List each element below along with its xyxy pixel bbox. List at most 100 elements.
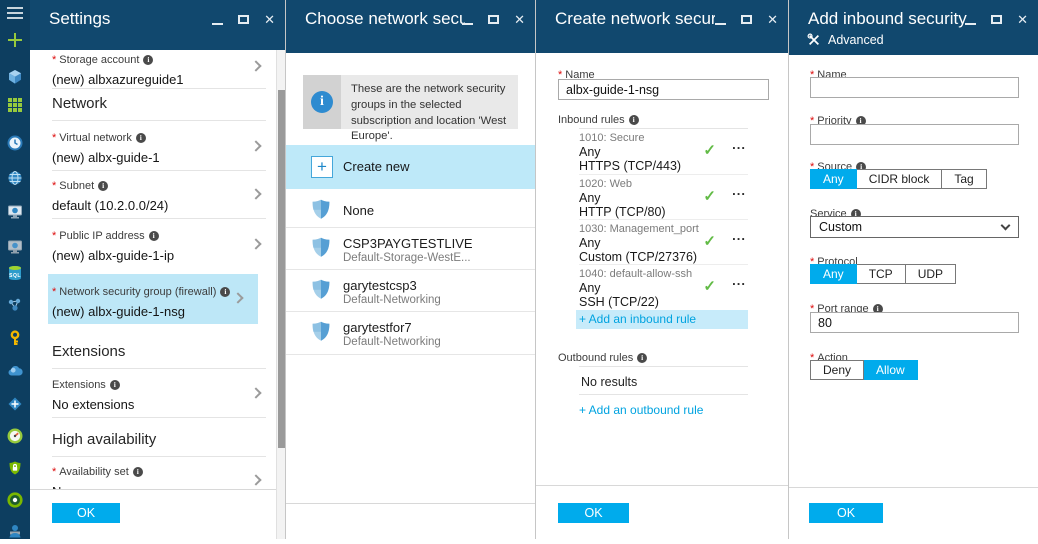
info-banner: i These are the network security groups … [303, 75, 518, 142]
toggle-option[interactable]: Any [810, 169, 857, 189]
service-select[interactable]: Custom [810, 216, 1019, 238]
toggle-option[interactable]: UDP [905, 264, 957, 284]
maximize-icon[interactable] [488, 15, 500, 24]
rule-name-input[interactable] [810, 77, 1019, 98]
minimize-icon[interactable] [462, 22, 474, 25]
molecule-icon[interactable] [7, 297, 23, 313]
inbound-rule-row[interactable]: 1010: Secure Any HTTPS (TCP/443) ✓ ... [579, 129, 748, 174]
create-blade-header: Create network securit... ✕ [536, 0, 788, 53]
sql-database-icon[interactable]: SQL [7, 265, 23, 281]
inbound-rule-row[interactable]: 1030: Management_port Any Custom (TCP/27… [579, 219, 748, 264]
advanced-tools-icon [807, 33, 819, 45]
advanced-button[interactable]: Advanced [807, 33, 884, 47]
nsg-list-item[interactable]: garytestcsp3 Default-Networking [286, 270, 535, 312]
choose-body: i These are the network security groups … [286, 53, 535, 539]
add-body: * Name * Priority i * Source i Any CIDR block… [789, 55, 1038, 539]
nsg-list-item[interactable]: CSP3PAYGTESTLIVE Default-Storage-WestE..… [286, 228, 535, 270]
window-controls: ✕ [965, 13, 1028, 26]
toggle-option[interactable]: Deny [810, 360, 865, 380]
rule-menu-button[interactable]: ... [732, 228, 746, 243]
info-icon[interactable]: i [132, 467, 143, 477]
info-icon[interactable]: i [220, 287, 231, 297]
gauge-icon[interactable] [7, 428, 23, 444]
divider [52, 368, 266, 369]
priority-input[interactable] [810, 124, 1019, 145]
settings-body: * Storage account i (new) albxazureguide1 … [30, 50, 276, 539]
toggle-option[interactable]: Tag [942, 169, 987, 189]
vm-monitor-icon[interactable] [7, 204, 23, 220]
dropdown-caret-icon [1000, 220, 1011, 231]
rule-menu-button[interactable]: ... [732, 137, 746, 152]
toggle-option[interactable]: Any [810, 264, 857, 284]
info-icon[interactable]: i [98, 181, 109, 191]
maximize-icon[interactable] [238, 15, 250, 24]
info-icon[interactable]: i [135, 133, 146, 143]
inbound-rule-row[interactable]: 1040: default-allow-ssh Any SSH (TCP/22)… [579, 264, 748, 309]
toggle-option[interactable]: TCP [856, 264, 906, 284]
clock-icon[interactable] [7, 135, 23, 151]
field-row-subnet[interactable]: * Subnet i default (10.2.0.0/24) [30, 176, 276, 213]
required-asterisk: * [52, 132, 57, 144]
close-icon[interactable]: ✕ [1017, 13, 1028, 26]
scrollbar-thumb[interactable] [278, 90, 285, 448]
minimize-icon[interactable] [965, 22, 977, 25]
cloud-icon[interactable] [7, 363, 23, 379]
rule-menu-button[interactable]: ... [732, 183, 746, 198]
minimize-icon[interactable] [715, 22, 727, 25]
blade-title: Create network securit... [555, 9, 715, 28]
field-row-public-ip[interactable]: * Public IP address i (new) albx-guide-1-i… [30, 226, 276, 263]
close-icon[interactable]: ✕ [514, 13, 525, 26]
port-range-input[interactable] [810, 312, 1019, 333]
name-input[interactable] [558, 79, 769, 100]
maximize-icon[interactable] [991, 15, 1003, 24]
blade-scrollbar[interactable] [276, 50, 285, 539]
globe-icon[interactable] [7, 170, 23, 186]
traffic-manager-icon[interactable] [7, 396, 23, 412]
cost-icon[interactable] [7, 492, 23, 508]
add-icon[interactable] [7, 32, 23, 48]
ok-button[interactable]: OK [52, 503, 120, 523]
minimize-icon[interactable] [212, 22, 224, 25]
section-header-network: Network [52, 95, 108, 112]
maximize-icon[interactable] [741, 15, 753, 24]
shield-lock-icon[interactable] [7, 460, 23, 476]
info-icon[interactable]: i [628, 115, 639, 125]
sql-label: SQL [9, 273, 21, 279]
create-new-button[interactable]: + Create new [286, 145, 535, 189]
nsg-list-item[interactable]: garytestfor7 Default-Networking [286, 312, 535, 355]
grid-icon[interactable] [7, 97, 23, 113]
create-nsg-blade: Create network securit... ✕ *Name Inboun… [535, 0, 788, 539]
monitor-globe-icon[interactable] [7, 239, 23, 255]
add-inbound-rule-link[interactable]: + Add an inbound rule [576, 310, 748, 329]
key-icon[interactable] [7, 330, 23, 346]
close-icon[interactable]: ✕ [264, 13, 275, 26]
required-asterisk: * [52, 230, 57, 242]
field-row-storage-account[interactable]: * Storage account i (new) albxazureguide1 [30, 50, 276, 87]
inbound-rule-row[interactable]: 1020: Web Any HTTP (TCP/80) ✓ ... [579, 174, 748, 219]
cube-icon[interactable] [7, 69, 23, 85]
close-icon[interactable]: ✕ [767, 13, 778, 26]
info-icon[interactable]: i [109, 380, 120, 390]
blade-title: Settings [49, 9, 111, 28]
create-body: *Name Inbound rulesi 1010: Secure Any HT… [536, 53, 788, 539]
rule-menu-button[interactable]: ... [732, 273, 746, 288]
info-icon[interactable]: i [143, 55, 154, 65]
nsg-list-item-none[interactable]: None [286, 194, 535, 228]
menu-icon[interactable] [7, 5, 23, 21]
toggle-option[interactable]: Allow [864, 360, 918, 380]
inbound-rules-label: Inbound rules i [558, 110, 639, 128]
info-icon[interactable]: i [637, 353, 648, 363]
toggle-option[interactable]: CIDR block [856, 169, 943, 189]
field-row-nsg-selected[interactable]: * Network security group (firewall) i (new… [48, 274, 258, 324]
field-row-virtual-network[interactable]: * Virtual network i (new) albx-guide-1 [30, 128, 276, 165]
action-toggle: Deny Allow [810, 360, 918, 380]
required-asterisk: * [52, 286, 57, 298]
user-icon[interactable] [7, 523, 23, 539]
add-outbound-rule-link[interactable]: + Add an outbound rule [579, 403, 703, 417]
field-row-extensions[interactable]: Extensions i No extensions [30, 375, 276, 412]
protocol-toggle: Any TCP UDP [810, 264, 957, 284]
ok-button[interactable]: OK [558, 503, 629, 523]
ok-button[interactable]: OK [809, 503, 883, 523]
check-icon: ✓ [703, 233, 716, 250]
info-icon[interactable]: i [148, 231, 159, 241]
